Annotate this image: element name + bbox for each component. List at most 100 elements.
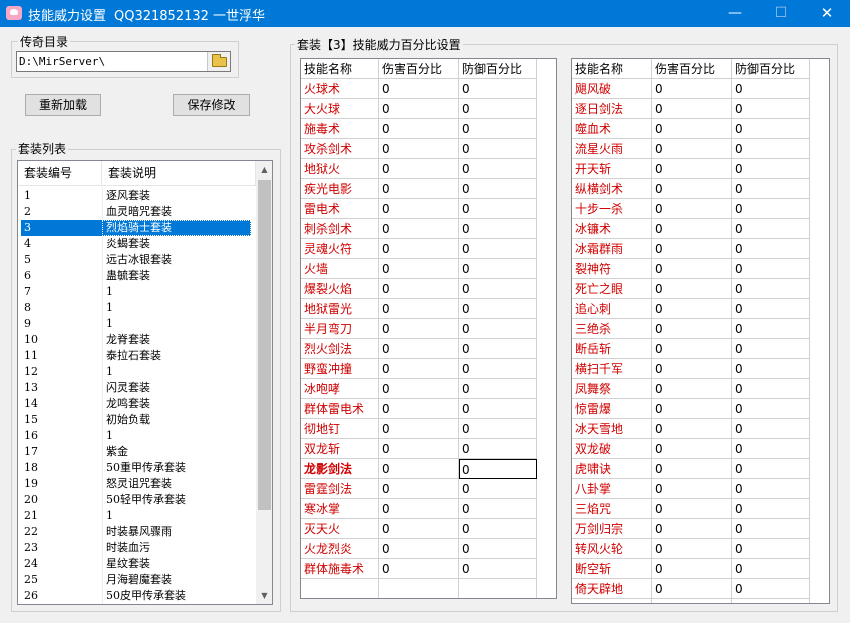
header-damage-percent[interactable]: 伤害百分比	[652, 59, 732, 79]
defense-percent-cell[interactable]: 0	[732, 539, 810, 559]
defense-percent-cell[interactable]: 0	[459, 279, 537, 299]
header-suit-desc[interactable]: 套装说明	[102, 161, 256, 186]
damage-percent-cell[interactable]: 0	[379, 359, 459, 379]
damage-percent-cell[interactable]: 0	[379, 139, 459, 159]
suit-list-item[interactable]: 15 初始负载	[18, 412, 256, 428]
damage-percent-cell[interactable]: 0	[652, 259, 732, 279]
damage-percent-cell[interactable]: 0	[379, 179, 459, 199]
suit-list-item[interactable]: 24 星纹套装	[18, 556, 256, 572]
suit-list-item[interactable]: 16 1	[18, 428, 256, 444]
suit-list-item[interactable]: 5 远古冰银套装	[18, 252, 256, 268]
defense-percent-cell[interactable]: 0	[732, 579, 810, 599]
skill-grid-right[interactable]: 技能名称 伤害百分比 防御百分比 飓风破 0 0 逐日剑法 0 0 噬血术 0 0 流星火雨 0 0 开天斩 0…	[571, 58, 830, 604]
defense-percent-cell[interactable]: 0	[459, 199, 537, 219]
header-damage-percent[interactable]: 伤害百分比	[379, 59, 459, 79]
damage-percent-cell[interactable]: 0	[652, 299, 732, 319]
defense-percent-cell[interactable]: 0	[732, 159, 810, 179]
suit-list-item[interactable]: 18 50重甲传承套装	[18, 460, 256, 476]
damage-percent-cell[interactable]: 0	[379, 339, 459, 359]
defense-percent-cell[interactable]: 0	[459, 119, 537, 139]
defense-percent-cell[interactable]: 0	[459, 419, 537, 439]
damage-percent-cell[interactable]: 0	[652, 559, 732, 579]
defense-percent-cell[interactable]: 0	[732, 299, 810, 319]
damage-percent-cell[interactable]: 0	[652, 499, 732, 519]
damage-percent-cell[interactable]: 0	[379, 119, 459, 139]
damage-percent-cell[interactable]: 0	[379, 539, 459, 559]
suit-listview[interactable]: 套装编号 套装说明 1 逐风套装 2 血灵暗咒套装 3 烈焰骑士套装 4 炎蝎套装 5 远古冰银套…	[17, 160, 273, 605]
defense-percent-cell[interactable]: 0	[732, 79, 810, 99]
defense-percent-cell[interactable]: 0	[732, 459, 810, 479]
suit-list-item[interactable]: 26 50皮甲传承套装	[18, 588, 256, 604]
damage-percent-cell[interactable]: 0	[379, 439, 459, 459]
damage-percent-cell[interactable]: 0	[652, 119, 732, 139]
header-skill-name[interactable]: 技能名称	[572, 59, 652, 79]
suit-list-item[interactable]: 81	[18, 300, 256, 316]
suit-list-item[interactable]: 22 时装暴风骤雨	[18, 524, 256, 540]
defense-percent-cell[interactable]: 0	[732, 439, 810, 459]
damage-percent-cell[interactable]: 0	[379, 559, 459, 579]
damage-percent-cell[interactable]: 0	[379, 419, 459, 439]
suit-list-item[interactable]: 20 50轻甲传承套装	[18, 492, 256, 508]
defense-percent-cell[interactable]: 0	[732, 319, 810, 339]
damage-percent-cell[interactable]: 0	[379, 159, 459, 179]
suit-list-scrollbar[interactable]: ▲ ▼	[256, 161, 272, 604]
scroll-thumb[interactable]	[258, 180, 271, 510]
header-defense-percent[interactable]: 防御百分比	[732, 59, 810, 79]
defense-percent-cell[interactable]: 0	[732, 119, 810, 139]
damage-percent-cell[interactable]: 0	[379, 239, 459, 259]
damage-percent-cell[interactable]: 0	[652, 579, 732, 599]
damage-percent-cell[interactable]: 0	[652, 479, 732, 499]
defense-percent-cell[interactable]: 0	[459, 179, 537, 199]
defense-percent-cell[interactable]: 0	[732, 559, 810, 579]
suit-list-item[interactable]: 1 逐风套装	[18, 188, 256, 204]
header-suit-id[interactable]: 套装编号	[18, 161, 102, 186]
defense-percent-cell[interactable]: 0	[732, 99, 810, 119]
defense-percent-cell[interactable]: 0	[459, 239, 537, 259]
damage-percent-cell[interactable]: 0	[379, 319, 459, 339]
suit-list-item[interactable]: 3 烈焰骑士套装	[18, 220, 256, 236]
defense-percent-cell[interactable]: 0	[732, 499, 810, 519]
header-skill-name[interactable]: 技能名称	[301, 59, 379, 79]
defense-percent-cell[interactable]: 0	[459, 559, 537, 579]
defense-percent-cell[interactable]: 0	[459, 259, 537, 279]
defense-percent-cell[interactable]: 0	[459, 319, 537, 339]
damage-percent-cell[interactable]: 0	[379, 379, 459, 399]
defense-percent-cell[interactable]: 0	[459, 439, 537, 459]
damage-percent-cell[interactable]: 0	[379, 219, 459, 239]
defense-percent-cell[interactable]: 0	[459, 459, 537, 479]
browse-folder-button[interactable]	[207, 52, 230, 71]
suit-list-item[interactable]: 19 怒灵诅咒套装	[18, 476, 256, 492]
defense-percent-cell[interactable]: 0	[459, 219, 537, 239]
defense-percent-cell[interactable]: 0	[732, 279, 810, 299]
damage-percent-cell[interactable]: 0	[379, 259, 459, 279]
damage-percent-cell[interactable]: 0	[652, 179, 732, 199]
damage-percent-cell[interactable]: 0	[379, 99, 459, 119]
damage-percent-cell[interactable]: 0	[379, 79, 459, 99]
defense-percent-cell[interactable]: 0	[732, 179, 810, 199]
suit-list-item[interactable]: 23 时装血污	[18, 540, 256, 556]
defense-percent-cell[interactable]: 0	[459, 339, 537, 359]
defense-percent-cell[interactable]: 0	[459, 79, 537, 99]
suit-list-item[interactable]: 12 1	[18, 364, 256, 380]
damage-percent-cell[interactable]: 0	[652, 439, 732, 459]
damage-percent-cell[interactable]: 0	[379, 199, 459, 219]
suit-list-item[interactable]: 25 月海碧魔套装	[18, 572, 256, 588]
damage-percent-cell[interactable]: 0	[379, 519, 459, 539]
scroll-down-icon[interactable]: ▼	[256, 587, 272, 604]
damage-percent-cell[interactable]: 0	[652, 279, 732, 299]
defense-percent-cell[interactable]: 0	[732, 379, 810, 399]
damage-percent-cell[interactable]: 0	[652, 419, 732, 439]
damage-percent-cell[interactable]: 0	[652, 79, 732, 99]
suit-list-item[interactable]: 10 龙脊套装	[18, 332, 256, 348]
damage-percent-cell[interactable]: 0	[652, 539, 732, 559]
damage-percent-cell[interactable]: 0	[652, 319, 732, 339]
damage-percent-cell[interactable]: 0	[652, 379, 732, 399]
defense-percent-cell[interactable]: 0	[459, 499, 537, 519]
defense-percent-cell[interactable]: 0	[459, 539, 537, 559]
defense-percent-cell[interactable]: 0	[732, 259, 810, 279]
suit-list-item[interactable]: 11 泰拉石套装	[18, 348, 256, 364]
defense-percent-cell[interactable]: 0	[459, 359, 537, 379]
defense-percent-cell[interactable]: 0	[732, 239, 810, 259]
suit-list-item[interactable]: 17 紫金	[18, 444, 256, 460]
scroll-up-icon[interactable]: ▲	[256, 161, 272, 178]
